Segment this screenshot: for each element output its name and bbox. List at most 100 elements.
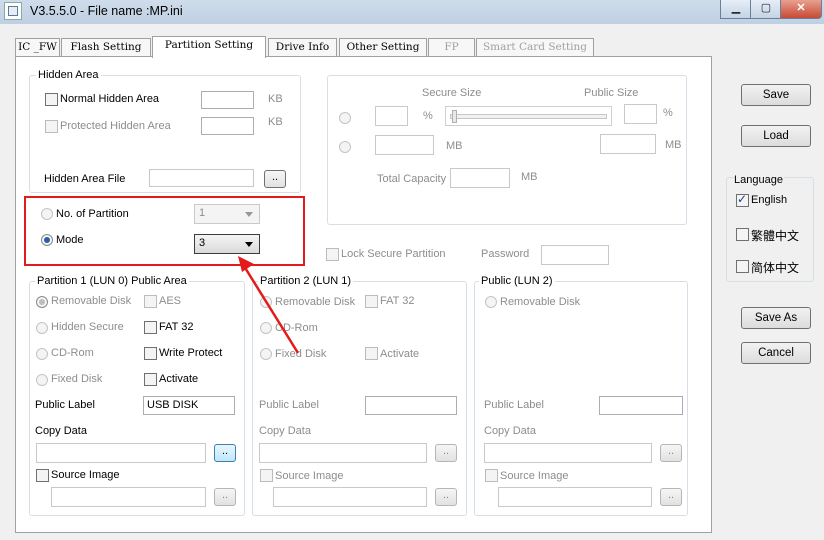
p1-source-image-browse-button[interactable]: ..: [214, 488, 236, 506]
p3-public-label-caption: Public Label: [484, 399, 544, 411]
hidden-area-file-input[interactable]: [149, 169, 254, 187]
protected-hidden-area-label: Protected Hidden Area: [60, 120, 171, 132]
p1-aes-checkbox[interactable]: [144, 295, 157, 308]
close-button[interactable]: ✕: [780, 0, 822, 19]
p1-aes-label: AES: [159, 295, 182, 307]
secure-size-label: Secure Size: [422, 87, 482, 99]
maximize-button[interactable]: ▢: [750, 0, 782, 19]
tab-ic-fw[interactable]: IC _FW: [15, 38, 60, 57]
normal-hidden-size-input[interactable]: [201, 91, 254, 109]
tab-partition-setting[interactable]: Partition Setting: [152, 36, 266, 58]
no-of-partition-select[interactable]: 1: [194, 204, 260, 224]
tab-fp[interactable]: FP: [428, 38, 475, 57]
percent-unit-label: %: [423, 110, 433, 122]
mb-unit-label-2: MB: [665, 139, 682, 151]
tab-other-setting[interactable]: Other Setting: [339, 38, 427, 57]
p1-copy-data-input[interactable]: [36, 443, 206, 463]
password-input[interactable]: [541, 245, 609, 265]
hidden-area-file-label: Hidden Area File: [44, 173, 126, 185]
tab-flash-setting[interactable]: Flash Setting: [61, 38, 151, 57]
p1-fixed-disk-radio[interactable]: [36, 374, 48, 386]
p2-fat32-label: FAT 32: [380, 295, 415, 307]
chevron-down-icon: [245, 212, 253, 217]
mode-label: Mode: [56, 234, 84, 246]
kb-unit-label: KB: [268, 93, 283, 105]
p1-write-protect-label: Write Protect: [159, 347, 223, 359]
p1-hidden-secure-radio[interactable]: [36, 322, 48, 334]
p1-fat32-checkbox[interactable]: [144, 321, 157, 334]
no-of-partition-value: 1: [199, 207, 206, 219]
p2-copy-data-browse-button[interactable]: ..: [435, 444, 457, 462]
minimize-button[interactable]: ▁: [720, 0, 752, 19]
kb-unit-label-2: KB: [268, 116, 283, 128]
save-button[interactable]: Save: [741, 84, 811, 106]
p1-removable-disk-radio[interactable]: [36, 296, 48, 308]
p2-source-image-label: Source Image: [275, 470, 344, 482]
secure-percent-input[interactable]: [375, 106, 408, 126]
p3-source-image-label: Source Image: [500, 470, 569, 482]
hidden-area-title: Hidden Area: [36, 69, 101, 81]
simplified-chinese-checkbox[interactable]: [736, 260, 749, 273]
slider-thumb[interactable]: [452, 110, 457, 123]
load-button[interactable]: Load: [741, 125, 811, 147]
public-percent-input[interactable]: [624, 104, 657, 124]
hidden-area-file-browse-button[interactable]: ..: [264, 170, 286, 188]
p1-removable-disk-label: Removable Disk: [51, 295, 132, 307]
p1-activate-checkbox[interactable]: [144, 373, 157, 386]
p2-source-image-checkbox[interactable]: [260, 469, 273, 482]
save-as-button[interactable]: Save As: [741, 307, 811, 329]
p2-copy-data-input[interactable]: [259, 443, 427, 463]
p2-copy-data-label: Copy Data: [259, 425, 311, 437]
tab-drive-info[interactable]: Drive Info: [268, 38, 337, 57]
window-title: V3.5.5.0 - File name :MP.ini: [30, 4, 183, 18]
p2-public-label-caption: Public Label: [259, 399, 319, 411]
tab-smart-card-setting[interactable]: Smart Card Setting: [476, 38, 594, 57]
lock-secure-partition-checkbox[interactable]: [326, 248, 339, 261]
p3-public-label-input[interactable]: [599, 396, 683, 415]
slider-track: [450, 114, 607, 119]
p2-fat32-checkbox[interactable]: [365, 295, 378, 308]
p1-public-label-caption: Public Label: [35, 399, 95, 411]
lock-secure-partition-label: Lock Secure Partition: [341, 248, 446, 260]
p1-write-protect-checkbox[interactable]: [144, 347, 157, 360]
protected-hidden-size-input[interactable]: [201, 117, 254, 135]
size-percent-radio[interactable]: [339, 112, 351, 124]
p3-source-image-checkbox[interactable]: [485, 469, 498, 482]
english-checkbox[interactable]: [736, 192, 749, 207]
protected-hidden-area-checkbox[interactable]: [45, 120, 58, 133]
p2-public-label-input[interactable]: [365, 396, 457, 415]
p1-activate-label: Activate: [159, 373, 199, 385]
normal-hidden-area-checkbox[interactable]: [45, 93, 58, 106]
no-of-partition-radio[interactable]: [41, 208, 53, 220]
p2-source-image-browse-button[interactable]: ..: [435, 488, 457, 506]
size-mb-radio[interactable]: [339, 141, 351, 153]
traditional-chinese-checkbox[interactable]: [736, 228, 749, 241]
simplified-chinese-label: 简体中文: [751, 261, 800, 275]
p3-removable-disk-radio[interactable]: [485, 296, 497, 308]
annotation-arrow-icon: [238, 256, 300, 354]
total-capacity-input[interactable]: [450, 168, 510, 188]
p1-fat32-label: FAT 32: [159, 321, 194, 333]
p2-activate-checkbox[interactable]: [365, 347, 378, 360]
p1-public-label-input[interactable]: USB DISK: [143, 396, 235, 415]
p2-source-image-input[interactable]: [273, 487, 427, 507]
size-slider[interactable]: [445, 106, 612, 126]
mode-radio[interactable]: [41, 234, 53, 246]
normal-hidden-area-label: Normal Hidden Area: [60, 93, 160, 105]
p1-source-image-label: Source Image: [51, 469, 120, 481]
cancel-button[interactable]: Cancel: [741, 342, 811, 364]
p1-copy-data-browse-button[interactable]: ..: [214, 444, 236, 462]
mode-value: 3: [199, 237, 206, 249]
p3-source-image-browse-button[interactable]: ..: [660, 488, 682, 506]
p3-source-image-input[interactable]: [498, 487, 652, 507]
p1-source-image-checkbox[interactable]: [36, 469, 49, 482]
public-size-label: Public Size: [584, 87, 639, 99]
p1-hidden-secure-label: Hidden Secure: [51, 321, 124, 333]
p1-source-image-input[interactable]: [51, 487, 206, 507]
public-mb-input[interactable]: [600, 134, 656, 154]
secure-mb-input[interactable]: [375, 135, 434, 155]
p3-copy-data-browse-button[interactable]: ..: [660, 444, 682, 462]
p1-cdrom-radio[interactable]: [36, 348, 48, 360]
p3-copy-data-input[interactable]: [484, 443, 652, 463]
language-title: Language: [733, 174, 784, 186]
